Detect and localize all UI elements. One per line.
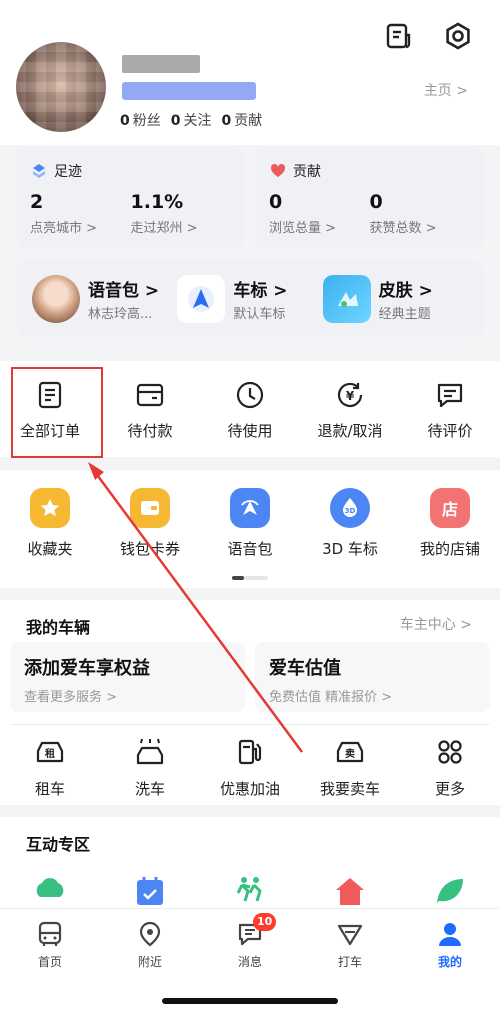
document-icon[interactable] — [380, 18, 416, 54]
total-views-stat[interactable]: 0 浏览总量 > — [269, 191, 370, 236]
total-likes-stat[interactable]: 0 获赞总数 > — [370, 191, 471, 236]
rent-car-icon: 租 — [0, 734, 100, 770]
pending-review-button[interactable]: 待评价 — [400, 378, 500, 441]
homepage-link[interactable]: 主页 > — [424, 80, 468, 100]
home-indicator — [162, 998, 338, 1004]
skin-theme-icon — [322, 275, 371, 323]
skin-feature[interactable]: 皮肤 > 经典主题 — [322, 275, 468, 323]
svg-text:租: 租 — [45, 747, 55, 760]
pending-use-button[interactable]: 待使用 — [200, 378, 300, 441]
my-shop-button[interactable]: 店 我的店铺 — [400, 488, 500, 559]
wallet-card-icon — [130, 488, 170, 528]
favorites-button[interactable]: 收藏夹 — [0, 488, 100, 559]
interactive-zone: 互动专区 — [0, 817, 500, 912]
add-car-card[interactable]: 添加爱车享权益 查看更多服务 > — [10, 642, 245, 712]
tab-taxi[interactable]: 打车 — [300, 919, 400, 970]
svg-text:卖: 卖 — [345, 747, 355, 760]
sell-car-icon: 卖 — [300, 734, 400, 770]
svg-text:3D: 3D — [345, 507, 356, 515]
voice-pack-feature[interactable]: 语音包 > 林志玲高... — [32, 275, 177, 323]
fuel-discount-button[interactable]: 优惠加油 — [200, 734, 300, 799]
settings-icon[interactable] — [440, 18, 476, 54]
avatar[interactable] — [16, 42, 106, 132]
car-marker-feature[interactable]: 车标 > 默认车标 — [177, 275, 322, 323]
voice-pack-button[interactable]: 语音包 — [200, 488, 300, 559]
more-services-button[interactable]: 更多 — [400, 734, 500, 799]
nickname-blurred — [122, 55, 200, 73]
footprint-title: 足迹 — [54, 164, 82, 180]
refund-cancel-button[interactable]: ¥ 退款/取消 — [300, 378, 400, 441]
running-icon[interactable] — [200, 875, 300, 905]
my-vehicles-section: 我的车辆 车主中心 > 添加爱车享权益 查看更多服务 > 爱车估值 免费估值 精… — [0, 600, 500, 805]
user-tag-blurred — [122, 82, 256, 100]
refund-icon: ¥ — [300, 378, 400, 412]
tab-messages[interactable]: 消息 10 — [200, 913, 300, 970]
profile-stats: 0 粉丝 0 关注 0 贡献 — [120, 110, 262, 130]
profile-header: 0 粉丝 0 关注 0 贡献 主页 > — [0, 0, 500, 145]
bottom-tab-bar: 首页 附近 消息 10 打车 我的 — [0, 908, 500, 1015]
tree-icon[interactable] — [0, 875, 100, 905]
calendar-icon[interactable] — [100, 875, 200, 905]
car-wash-button[interactable]: 洗车 — [100, 734, 200, 799]
taxi-arrow-icon — [300, 919, 400, 949]
star-icon — [30, 488, 70, 528]
page-indicator — [232, 576, 268, 580]
house-icon[interactable] — [300, 875, 400, 905]
personalization-row: 语音包 > 林志玲高... 车标 > 默认车标 皮肤 > 经典主题 — [16, 261, 484, 337]
message-icon — [200, 919, 300, 949]
comment-icon — [400, 378, 500, 412]
bus-icon — [0, 919, 100, 949]
car-valuation-card[interactable]: 爱车估值 免费估值 精准报价 > — [255, 642, 490, 712]
footprint-card[interactable]: 足迹 2 点亮城市 > 1.1% 走过郑州 > — [16, 147, 245, 249]
fuel-pump-icon — [200, 734, 300, 770]
navigation-arrow-icon — [177, 275, 226, 323]
car-wash-icon — [100, 734, 200, 770]
svg-text:¥: ¥ — [346, 389, 355, 403]
contribution-card[interactable]: 贡献 0 浏览总量 > 0 获赞总数 > — [255, 147, 484, 249]
contribution-title: 贡献 — [293, 164, 321, 180]
heart-badge-icon — [270, 163, 286, 177]
3d-car-marker-button[interactable]: 3D 3D 车标 — [300, 488, 400, 559]
location-pin-icon — [100, 919, 200, 949]
pending-payment-button[interactable]: 待付款 — [100, 378, 200, 441]
clock-icon — [200, 378, 300, 412]
tab-home[interactable]: 首页 — [0, 919, 100, 970]
3d-marker-icon: 3D — [330, 488, 370, 528]
wallet-coupons-button[interactable]: 钱包卡券 — [100, 488, 200, 559]
highlight-box — [11, 367, 103, 458]
shop-icon: 店 — [430, 488, 470, 528]
tab-nearby[interactable]: 附近 — [100, 919, 200, 970]
tab-mine[interactable]: 我的 — [400, 919, 500, 970]
walked-zhengzhou-stat[interactable]: 1.1% 走过郑州 > — [131, 191, 232, 236]
follows-stat[interactable]: 0 关注 — [171, 110, 212, 130]
voice-wave-icon — [230, 488, 270, 528]
lit-cities-stat[interactable]: 2 点亮城市 > — [30, 191, 131, 236]
car-owner-center-link[interactable]: 车主中心 > — [400, 614, 472, 634]
vehicles-title: 我的车辆 — [26, 618, 91, 637]
footprint-icon — [33, 164, 45, 178]
fans-stat[interactable]: 0 粉丝 — [120, 110, 161, 130]
voice-pack-portrait — [32, 275, 80, 323]
grid-icon — [400, 734, 500, 770]
wallet-icon — [100, 378, 200, 412]
quick-tools: 收藏夹 钱包卡券 语音包 3D 3D 车标 店 我的店铺 — [0, 470, 500, 588]
contrib-stat[interactable]: 0 贡献 — [222, 110, 263, 130]
interactive-zone-title: 互动专区 — [26, 835, 91, 854]
sell-car-button[interactable]: 卖 我要卖车 — [300, 734, 400, 799]
car-rental-button[interactable]: 租 租车 — [0, 734, 100, 799]
divider — [10, 724, 490, 725]
leaf-icon[interactable] — [400, 875, 500, 905]
user-icon — [400, 919, 500, 949]
message-count-badge: 10 — [253, 913, 277, 931]
